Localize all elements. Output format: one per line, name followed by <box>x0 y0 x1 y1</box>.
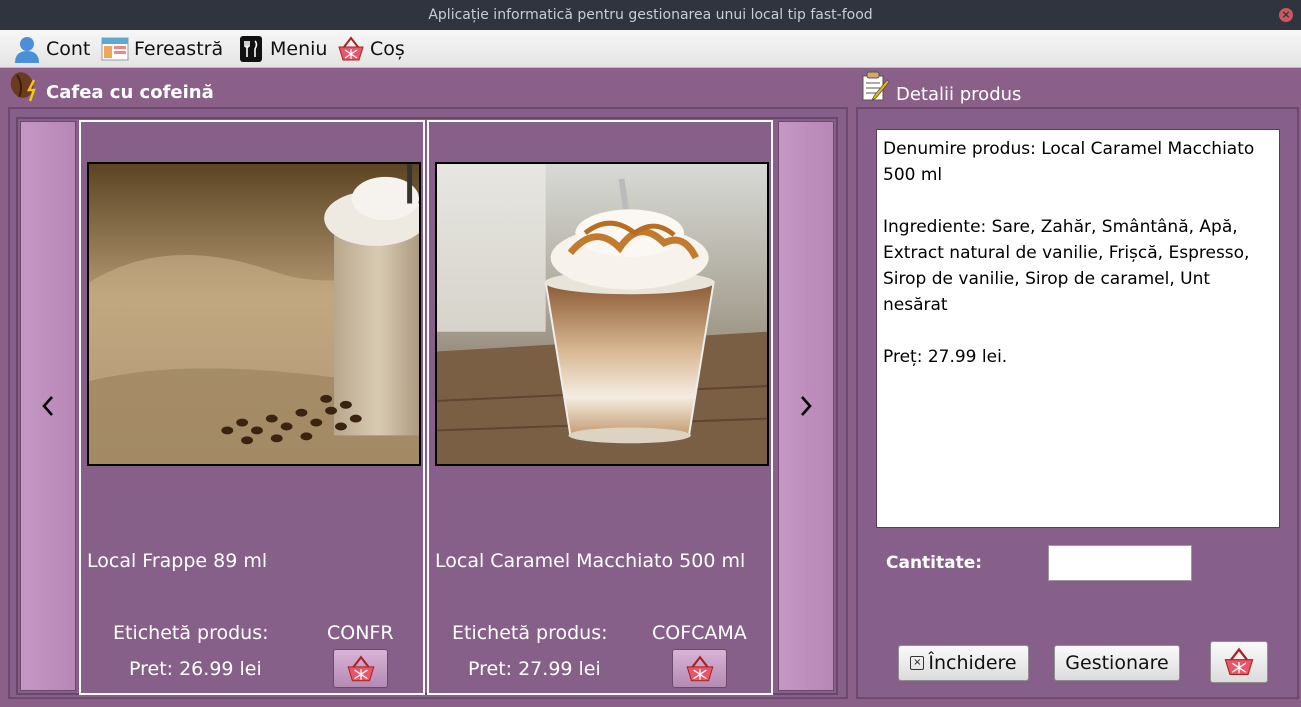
add-to-cart-button[interactable] <box>672 649 727 688</box>
basket-icon <box>336 34 366 64</box>
menu-cos[interactable]: Coș <box>336 34 405 64</box>
menu-meniu[interactable]: Meniu <box>236 34 327 64</box>
product-details-text[interactable]: Denumire produs: Local Caramel Macchiato… <box>876 129 1280 528</box>
product-name: Local Frappe 89 ml <box>87 550 268 572</box>
add-to-cart-button[interactable] <box>333 649 388 688</box>
product-price: Pret: 27.99 lei <box>468 658 601 680</box>
window-icon <box>100 34 130 64</box>
user-icon <box>12 34 42 64</box>
product-tag-label: Etichetă produs: <box>452 622 608 644</box>
menu-fereastra[interactable]: Fereastră <box>100 34 223 64</box>
product-code: COFCAMA <box>652 622 747 644</box>
window-titlebar: Aplicație informatică pentru gestionarea… <box>0 0 1301 30</box>
close-button-label: Închidere <box>928 652 1017 674</box>
menu-bar: Cont Fereastră Meniu Coș <box>0 30 1301 68</box>
notepad-icon <box>860 70 890 102</box>
menu-fereastra-label: Fereastră <box>134 38 224 60</box>
manage-button-label: Gestionare <box>1065 652 1169 674</box>
menu-cont[interactable]: Cont <box>12 34 90 64</box>
coffee-bean-icon <box>8 70 42 102</box>
product-name: Local Caramel Macchiato 500 ml <box>435 550 746 572</box>
product-card[interactable]: Local Frappe 89 ml Etichetă produs: CONF… <box>79 120 425 695</box>
details-panel: Denumire produs: Local Caramel Macchiato… <box>856 107 1299 699</box>
menu-cos-label: Coș <box>370 38 405 60</box>
quantity-input[interactable] <box>1048 545 1192 581</box>
window-close-button[interactable]: × <box>1279 8 1293 22</box>
product-price: Pret: 26.99 lei <box>129 658 262 680</box>
details-title: Detalii produs <box>896 84 1022 105</box>
manage-button[interactable]: Gestionare <box>1054 645 1180 681</box>
basket-icon <box>346 655 375 681</box>
next-button[interactable] <box>778 121 834 691</box>
add-to-basket-button[interactable] <box>1210 641 1268 683</box>
chevron-left-icon <box>42 396 53 416</box>
product-card[interactable]: Local Caramel Macchiato 500 ml Etichetă … <box>427 120 773 695</box>
quantity-label: Cantitate: <box>886 553 983 573</box>
close-button[interactable]: × Închidere <box>898 645 1029 681</box>
window-title: Aplicație informatică pentru gestionarea… <box>428 7 873 23</box>
product-tag-label: Etichetă produs: <box>113 622 269 644</box>
previous-button[interactable] <box>20 121 76 691</box>
basket-icon <box>1224 647 1254 676</box>
product-image-caramel-macchiato <box>435 162 769 466</box>
menu-meniu-label: Meniu <box>270 38 328 60</box>
category-title: Cafea cu cofeină <box>46 82 214 103</box>
menu-cont-label: Cont <box>46 38 91 60</box>
close-icon: × <box>910 656 925 670</box>
fork-knife-icon <box>236 34 266 64</box>
product-image-frappe <box>87 162 421 466</box>
chevron-right-icon <box>801 396 812 416</box>
product-code: CONFR <box>327 622 394 644</box>
basket-icon <box>685 655 714 681</box>
